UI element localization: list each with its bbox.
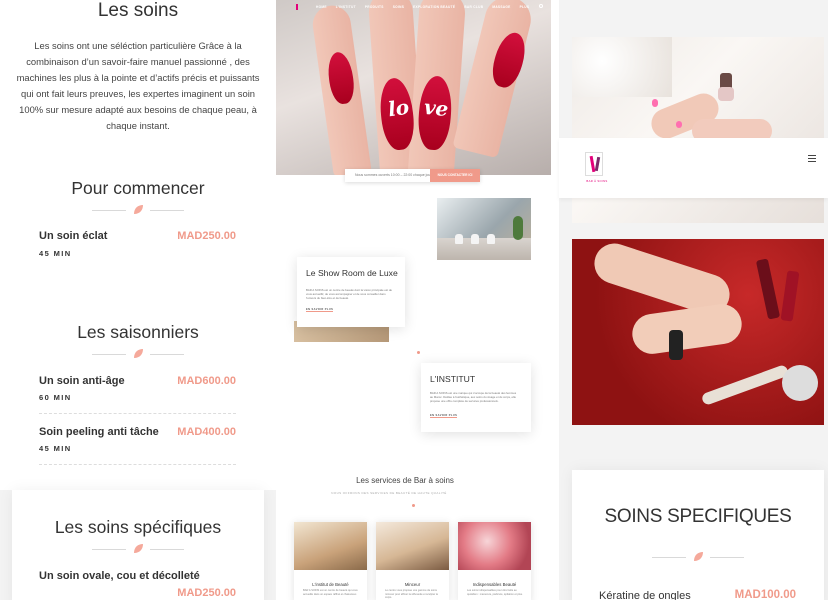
service-card[interactable]: Minceur Le centre vous propose une gamme… <box>376 522 449 600</box>
leaf-icon <box>134 544 143 553</box>
service-name: Indispensables Beauté <box>472 582 517 587</box>
collage-page: Les soins Les soins ont une séléction pa… <box>0 0 828 600</box>
nav-item-plus[interactable]: PLUS <box>520 5 530 9</box>
card-body: BAR A SOINS est un centre de beauté dont… <box>306 288 392 300</box>
leaf-icon <box>134 205 143 214</box>
service-card[interactable]: L'institut de Beauté BAR A SOINS est un … <box>294 522 367 600</box>
card-title: SOINS SPECIFIQUES <box>604 506 792 527</box>
nail-lettering: lo <box>386 94 411 122</box>
specific-soins-card-right: SOINS SPECIFIQUES Kératine de ongles MAD… <box>572 470 824 600</box>
card-title: L'INSTITUT <box>430 374 476 384</box>
leaf-icon <box>134 349 143 358</box>
service-desc: BAR A SOINS est un centre de beauté qui … <box>303 589 358 596</box>
nav-item-home[interactable]: HOME <box>316 5 327 9</box>
service-desc: Les soins indispensables pour être belle… <box>467 589 523 596</box>
menu-item-price: MAD250.00 <box>177 587 236 599</box>
read-more-link[interactable]: EN SAVOIR PLUS <box>306 308 334 312</box>
service-image <box>294 522 367 570</box>
nail-shape <box>652 99 658 107</box>
institut-card: L'INSTITUT BAR A SOINS est une marque qu… <box>421 363 531 432</box>
service-image <box>376 522 449 570</box>
left-panel: Les soins Les soins ont une séléction pa… <box>0 0 276 600</box>
search-icon[interactable] <box>539 4 543 8</box>
nav-item-bar-club[interactable]: BAR CLUB <box>464 5 483 9</box>
logo-caption: BAR À SOINS <box>586 179 608 183</box>
item-separator <box>39 464 236 465</box>
nail-lettering: ve <box>422 94 450 122</box>
specific-soins-card: Les soins spécifiques Un soin ovale, cou… <box>12 490 264 600</box>
card-title: Le Show Room de Luxe <box>306 268 398 278</box>
top-navigation: HOME L'INSTITUT PRODUITS SOINS EXPLORATI… <box>276 0 551 14</box>
hero-image: lo ve HOME L'INSTITUT PRODUITS SOINS EXP… <box>276 0 551 175</box>
polish-bottle <box>669 330 683 360</box>
dot-marker <box>417 351 420 354</box>
menu-item-price: MAD600.00 <box>177 375 236 387</box>
menu-item-name: Kératine de ongles <box>599 590 691 600</box>
menu-item-name: Un soin ovale, cou et décolleté <box>39 570 200 582</box>
service-image <box>458 522 531 570</box>
nav-item-massage[interactable]: MASSAGE <box>492 5 510 9</box>
nav-item-exploration[interactable]: EXPLORATION BEAUTÉ <box>413 5 455 9</box>
soins-menu-panel: Les soins Les soins ont une séléction pa… <box>0 0 276 490</box>
site-header: BAR À SOINS <box>559 138 828 198</box>
leaf-divider <box>652 551 744 563</box>
opening-hours-bar: Nous sommes ouverts 10:00 – 22:00 chaque… <box>345 169 480 182</box>
logo-icon[interactable] <box>585 152 603 176</box>
section-title-start: Pour commencer <box>71 178 205 198</box>
menu-icon[interactable] <box>808 155 816 164</box>
card-body: BAR A SOINS est une marque qui s'occupe … <box>430 391 517 403</box>
leaf-divider <box>92 204 184 216</box>
showroom-photo <box>437 198 531 260</box>
menu-item-duration: 45 MIN <box>39 444 72 453</box>
menu-item-price: MAD250.00 <box>177 230 236 242</box>
leaf-divider <box>92 543 184 555</box>
nav-item-produits[interactable]: PRODUITS <box>365 5 384 9</box>
cotton-pad <box>782 365 818 401</box>
services-title: Les services de Bar à soins <box>356 476 454 485</box>
dot-marker <box>412 504 415 507</box>
menu-item-duration: 45 MIN <box>39 249 72 258</box>
leaf-icon <box>694 552 703 561</box>
logo-icon[interactable] <box>296 4 298 10</box>
section-title-seasonal: Les saisonniers <box>77 322 199 342</box>
page-title: Les soins <box>97 0 179 21</box>
leaf-divider <box>92 348 184 360</box>
menu-item-price: MAD400.00 <box>177 426 236 438</box>
services-subtitle: NOUS OFFRONS DES SERVICES DE BEAUTÉ DE H… <box>331 491 447 495</box>
menu-item-duration: 60 MIN <box>39 393 72 402</box>
service-name: L'institut de Beauté <box>312 582 349 587</box>
menu-item-name: Un soin anti-âge <box>39 375 125 387</box>
nav-item-institut[interactable]: L'INSTITUT <box>336 5 356 9</box>
read-more-link[interactable]: EN SAVOIR PLUS <box>430 414 458 418</box>
section-title-specific: Les soins spécifiques <box>54 517 222 537</box>
intro-text: Les soins ont une séléction particulière… <box>16 40 260 131</box>
nail-shape <box>676 121 682 128</box>
menu-item-name: Un soin éclat <box>39 230 108 242</box>
contact-button[interactable]: NOUS CONTACTER ICI <box>430 169 480 182</box>
opening-hours-text: Nous sommes ouverts 10:00 – 22:00 chaque… <box>355 173 432 177</box>
nav-item-soins[interactable]: SOINS <box>393 5 404 9</box>
nail-salon-photo <box>572 239 824 425</box>
service-name: Minceur <box>404 582 421 587</box>
fur-texture <box>572 37 672 97</box>
showroom-card: Le Show Room de Luxe BAR A SOINS est un … <box>297 257 405 327</box>
middle-panel: lo ve HOME L'INSTITUT PRODUITS SOINS EXP… <box>276 0 559 600</box>
menu-item-price: MAD100.00 <box>734 589 796 600</box>
service-desc: Le centre vous propose une gamme de soin… <box>385 589 439 600</box>
menu-item-name: Soin peeling anti tâche <box>39 426 159 438</box>
item-separator <box>39 413 236 414</box>
service-card[interactable]: Indispensables Beauté Les soins indispen… <box>458 522 531 600</box>
polish-bottle <box>718 87 734 101</box>
